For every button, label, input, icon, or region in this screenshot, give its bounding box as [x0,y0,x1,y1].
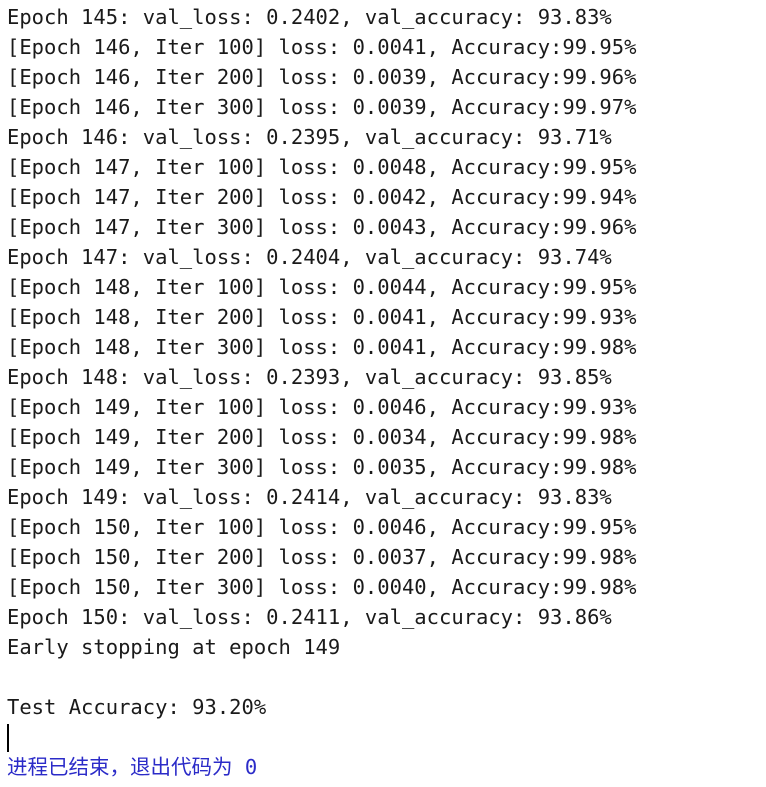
log-line: Epoch 146: val_loss: 0.2395, val_accurac… [7,125,612,149]
input-line[interactable] [7,722,762,752]
log-line: Epoch 150: val_loss: 0.2411, val_accurac… [7,605,612,629]
log-line: Epoch 148: val_loss: 0.2393, val_accurac… [7,365,612,389]
process-exit-message: 进程已结束，退出代码为 0 [7,755,258,779]
log-line: [Epoch 147, Iter 300] loss: 0.0043, Accu… [7,215,637,239]
log-line: [Epoch 147, Iter 100] loss: 0.0048, Accu… [7,155,637,179]
log-line: Epoch 145: val_loss: 0.2402, val_accurac… [7,5,612,29]
log-line: [Epoch 150, Iter 200] loss: 0.0037, Accu… [7,545,637,569]
log-line: [Epoch 150, Iter 300] loss: 0.0040, Accu… [7,575,637,599]
log-line: [Epoch 149, Iter 300] loss: 0.0035, Accu… [7,455,637,479]
log-line: [Epoch 146, Iter 200] loss: 0.0039, Accu… [7,65,637,89]
log-line: Epoch 147: val_loss: 0.2404, val_accurac… [7,245,612,269]
log-line: [Epoch 148, Iter 200] loss: 0.0041, Accu… [7,305,637,329]
log-line: Epoch 149: val_loss: 0.2414, val_accurac… [7,485,612,509]
log-line: [Epoch 146, Iter 300] loss: 0.0039, Accu… [7,95,637,119]
log-line: [Epoch 147, Iter 200] loss: 0.0042, Accu… [7,185,637,209]
early-stopping-line: Early stopping at epoch 149 [7,635,341,659]
test-accuracy-line: Test Accuracy: 93.20% [7,695,267,719]
log-line: [Epoch 148, Iter 300] loss: 0.0041, Accu… [7,335,637,359]
log-line: [Epoch 148, Iter 100] loss: 0.0044, Accu… [7,275,637,299]
log-line: [Epoch 146, Iter 100] loss: 0.0041, Accu… [7,35,637,59]
text-cursor [7,724,9,752]
log-line: [Epoch 149, Iter 100] loss: 0.0046, Accu… [7,395,637,419]
console-output[interactable]: Epoch 145: val_loss: 0.2402, val_accurac… [7,2,762,782]
log-line: [Epoch 150, Iter 100] loss: 0.0046, Accu… [7,515,637,539]
log-line: [Epoch 149, Iter 200] loss: 0.0034, Accu… [7,425,637,449]
